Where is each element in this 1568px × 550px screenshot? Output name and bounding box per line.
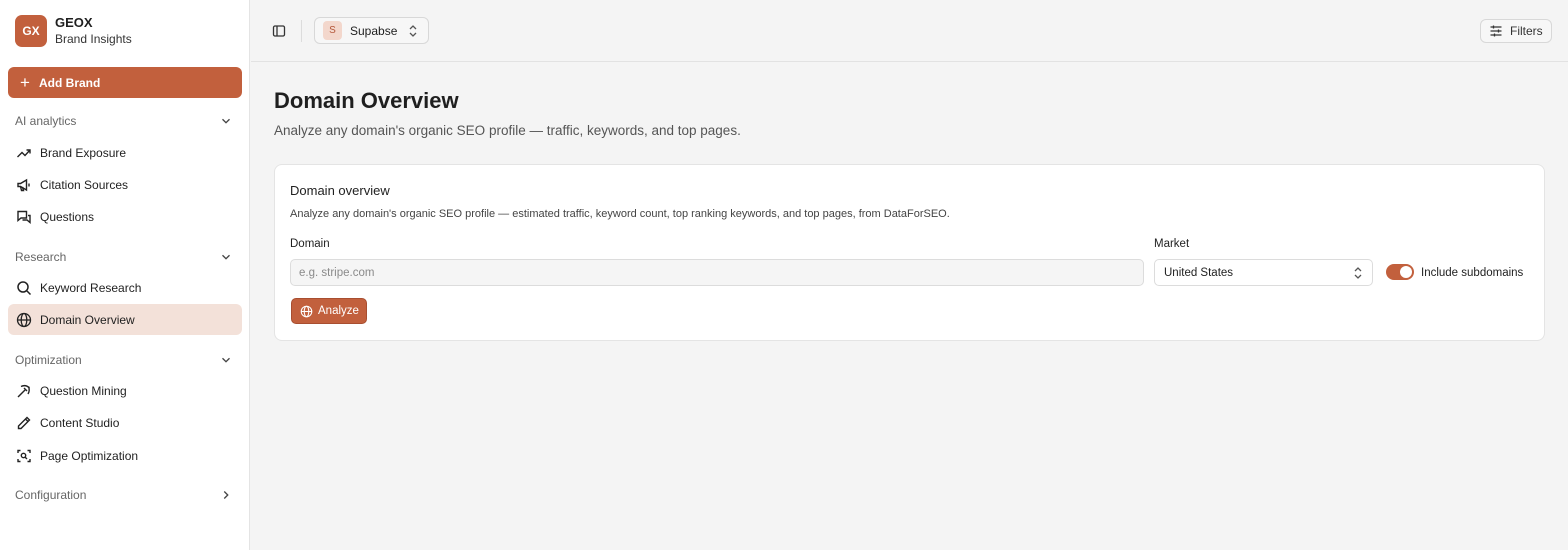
- brand-logo: GX: [15, 15, 47, 47]
- search-icon: [16, 280, 32, 296]
- sidebar-item-citation-sources[interactable]: Citation Sources: [8, 169, 242, 200]
- section-research[interactable]: Research: [15, 249, 233, 265]
- section-label: Configuration: [15, 488, 87, 502]
- sidebar-item-label: Page Optimization: [40, 448, 139, 463]
- brand-header[interactable]: GX GEOX Brand Insights: [15, 15, 132, 47]
- add-brand-label: Add Brand: [39, 75, 101, 90]
- megaphone-icon: [16, 177, 32, 193]
- sidebar-item-label: Questions: [40, 209, 95, 224]
- project-badge: S: [323, 21, 342, 40]
- section-label: Research: [15, 250, 67, 264]
- sliders-icon: [1490, 25, 1502, 37]
- chevron-down-icon: [222, 254, 230, 260]
- toggle-knob: [1400, 266, 1412, 278]
- market-label: Market: [1154, 238, 1190, 250]
- sidebar-item-label: Content Studio: [40, 415, 120, 430]
- page-title: Domain Overview: [274, 88, 459, 113]
- sidebar-toggle-button[interactable]: [271, 23, 287, 39]
- top-bar: S Supabse Filters: [251, 0, 1568, 62]
- include-subdomains-toggle[interactable]: [1386, 264, 1414, 280]
- sidebar-item-label: Question Mining: [40, 383, 127, 398]
- brand-name: GEOX: [55, 15, 93, 30]
- project-name: Supabse: [350, 23, 398, 38]
- chat-bubbles-icon: [16, 209, 32, 225]
- pickaxe-icon: [16, 383, 32, 399]
- domain-label: Domain: [290, 238, 330, 250]
- globe-icon: [16, 312, 32, 328]
- chevron-up-down-icon: [1354, 267, 1362, 279]
- section-ai-analytics[interactable]: AI analytics: [15, 113, 233, 129]
- sidebar-item-questions[interactable]: Questions: [8, 201, 242, 232]
- section-optimization[interactable]: Optimization: [15, 352, 233, 368]
- page-subtitle: Analyze any domain's organic SEO profile…: [274, 123, 741, 138]
- filters-label: Filters: [1510, 24, 1543, 38]
- chevron-down-icon: [222, 118, 230, 124]
- chevron-down-icon: [222, 357, 230, 363]
- pencil-icon: [16, 415, 32, 431]
- market-select[interactable]: United States: [1154, 259, 1373, 286]
- section-label: AI analytics: [15, 114, 77, 128]
- domain-input[interactable]: [290, 259, 1144, 286]
- card-description: Analyze any domain's organic SEO profile…: [290, 208, 950, 220]
- section-label: Optimization: [15, 353, 82, 367]
- sidebar: GX GEOX Brand Insights + Add Brand AI an…: [0, 0, 250, 550]
- market-value: United States: [1164, 266, 1234, 279]
- trending-up-icon: [16, 145, 32, 161]
- sidebar-item-page-optimization[interactable]: Page Optimization: [8, 440, 242, 471]
- include-subdomains-label: Include subdomains: [1421, 267, 1524, 279]
- project-select[interactable]: S Supabse: [314, 17, 429, 44]
- filters-button[interactable]: Filters: [1480, 19, 1552, 43]
- sidebar-item-question-mining[interactable]: Question Mining: [8, 375, 242, 406]
- domain-overview-card: Domain overview Analyze any domain's org…: [274, 164, 1545, 341]
- sidebar-item-keyword-research[interactable]: Keyword Research: [8, 272, 242, 303]
- sidebar-item-brand-exposure[interactable]: Brand Exposure: [8, 137, 242, 168]
- plus-icon: +: [20, 73, 30, 92]
- card-title: Domain overview: [290, 183, 390, 198]
- panel-left-icon: [272, 25, 286, 37]
- divider: [301, 20, 302, 42]
- sidebar-item-domain-overview[interactable]: Domain Overview: [8, 304, 242, 335]
- brand-subtitle: Brand Insights: [55, 32, 132, 46]
- chevron-up-down-icon: [409, 25, 417, 37]
- sidebar-item-label: Citation Sources: [40, 177, 129, 192]
- scan-search-icon: [16, 448, 32, 464]
- section-configuration[interactable]: Configuration: [15, 487, 233, 503]
- sidebar-item-label: Brand Exposure: [40, 145, 127, 160]
- chevron-right-icon: [223, 491, 229, 499]
- sidebar-item-label: Domain Overview: [40, 312, 135, 327]
- add-brand-button[interactable]: + Add Brand: [8, 67, 242, 98]
- sidebar-item-content-studio[interactable]: Content Studio: [8, 407, 242, 438]
- globe-icon: [300, 305, 313, 317]
- analyze-button[interactable]: Analyze: [291, 298, 367, 324]
- analyze-label: Analyze: [318, 305, 359, 317]
- sidebar-item-label: Keyword Research: [40, 280, 142, 295]
